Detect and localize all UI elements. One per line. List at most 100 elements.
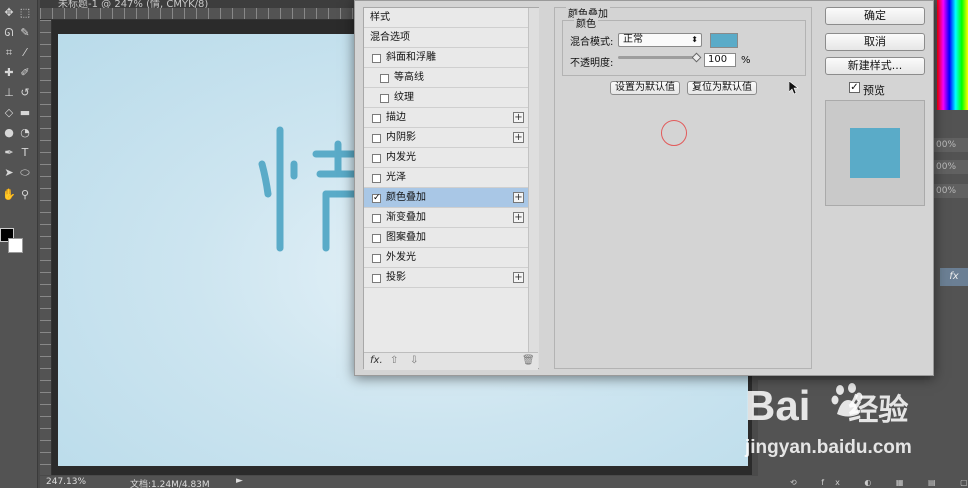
delete-effect-icon[interactable]: 🗑 bbox=[522, 355, 535, 366]
opacity-label: 不透明度: bbox=[570, 58, 614, 69]
document-size-info: 文档:1.24M/4.83M bbox=[130, 480, 210, 488]
reset-default-button[interactable]: 复位为默认值 bbox=[687, 81, 757, 95]
style-item[interactable]: 投影 + bbox=[364, 268, 528, 288]
style-item-label: 等高线 bbox=[394, 72, 424, 83]
opacity-unit: % bbox=[741, 55, 751, 66]
style-item-label: 渐变叠加 bbox=[386, 212, 426, 223]
style-item-checkbox[interactable] bbox=[372, 254, 381, 263]
pen-tool-icon[interactable]: ✒ bbox=[2, 146, 16, 160]
style-item[interactable]: 渐变叠加 + bbox=[364, 208, 528, 228]
blend-mode-select[interactable]: 正常 ⬍ bbox=[618, 33, 702, 47]
style-item[interactable]: 光泽 bbox=[364, 168, 528, 188]
style-item-checkbox[interactable] bbox=[372, 174, 381, 183]
style-item[interactable]: 样式 bbox=[364, 8, 528, 28]
eraser-icon[interactable]: ◇ bbox=[2, 106, 16, 120]
clone-stamp-icon[interactable]: ⊥ bbox=[2, 86, 16, 100]
style-item[interactable]: 等高线 bbox=[364, 68, 528, 88]
style-item-label: 混合选项 bbox=[370, 32, 410, 43]
dodge-tool-icon[interactable]: ◔ bbox=[18, 126, 32, 140]
style-item[interactable]: 斜面和浮雕 bbox=[364, 48, 528, 68]
add-effect-icon[interactable]: + bbox=[513, 192, 524, 203]
eyedropper-icon[interactable]: ⁄ bbox=[18, 46, 32, 60]
style-item-label: 内发光 bbox=[386, 152, 416, 163]
new-style-button[interactable]: 新建样式... bbox=[825, 57, 925, 75]
add-effect-icon[interactable]: + bbox=[513, 112, 524, 123]
style-item-checkbox[interactable] bbox=[372, 154, 381, 163]
opacity-input[interactable]: 100 bbox=[704, 53, 736, 67]
opacity-slider-thumb[interactable] bbox=[691, 52, 702, 63]
color-spectrum[interactable] bbox=[937, 0, 968, 110]
overlay-color-swatch[interactable] bbox=[710, 33, 738, 48]
type-tool-icon[interactable]: T bbox=[18, 146, 32, 160]
style-item-checkbox[interactable]: ✓ bbox=[372, 194, 381, 203]
color-group: 颜色 混合模式: 正常 ⬍ 不透明度: 100 % bbox=[562, 15, 806, 76]
style-item[interactable]: 混合选项 bbox=[364, 28, 528, 48]
preview-checkbox[interactable]: ✓ bbox=[849, 82, 860, 93]
style-item-checkbox[interactable] bbox=[372, 114, 381, 123]
document-tab[interactable]: 未标题-1 @ 247% (情, CMYK/8) bbox=[40, 0, 360, 8]
style-item[interactable]: 内阴影 + bbox=[364, 128, 528, 148]
style-item-checkbox[interactable] bbox=[372, 214, 381, 223]
vertical-ruler[interactable] bbox=[40, 20, 52, 475]
opacity-slider[interactable] bbox=[618, 52, 702, 63]
style-item-checkbox[interactable] bbox=[372, 274, 381, 283]
fx-menu-icon[interactable]: fx. bbox=[370, 355, 383, 366]
horizontal-ruler[interactable] bbox=[40, 8, 360, 20]
zoom-level[interactable]: 247.13% bbox=[46, 477, 86, 487]
style-item-label: 纹理 bbox=[394, 92, 414, 103]
canvas-glyph-artwork bbox=[258, 126, 368, 252]
opacity-slider-track[interactable] bbox=[618, 56, 700, 59]
style-item[interactable]: ✓ 颜色叠加 + bbox=[364, 188, 528, 208]
zoom-tool-icon[interactable]: ⚲ bbox=[18, 188, 32, 202]
mouse-pointer-icon bbox=[789, 81, 799, 95]
blend-mode-label: 混合模式: bbox=[570, 37, 614, 48]
shape-tool-icon[interactable]: ⬭ bbox=[18, 166, 32, 180]
style-item[interactable]: 内发光 bbox=[364, 148, 528, 168]
watermark-logo: Bai 经验 bbox=[745, 382, 908, 430]
quick-select-icon[interactable]: ✎ bbox=[18, 26, 32, 40]
style-item-checkbox[interactable] bbox=[372, 54, 381, 63]
styles-list-scrollbar[interactable] bbox=[528, 8, 539, 368]
watermark-url: jingyan.baidu.com bbox=[745, 437, 912, 458]
panel-misc-row[interactable]: 00% bbox=[934, 138, 968, 152]
document-tab-title: 未标题-1 @ 247% (情, CMYK/8) bbox=[58, 0, 209, 8]
layer-fx-icon[interactable]: fx bbox=[940, 268, 968, 286]
color-group-title: 颜色 bbox=[574, 15, 598, 30]
path-select-icon[interactable]: ➤ bbox=[2, 166, 16, 180]
click-indicator-ring bbox=[661, 120, 687, 146]
style-item[interactable]: 纹理 bbox=[364, 88, 528, 108]
style-item-checkbox[interactable] bbox=[372, 134, 381, 143]
panel-fill-row[interactable]: 00% bbox=[934, 184, 968, 198]
hand-tool-icon[interactable]: ✋ bbox=[2, 188, 16, 202]
lasso-tool-icon[interactable]: ᘏ bbox=[2, 26, 16, 40]
history-brush-icon[interactable]: ↺ bbox=[18, 86, 32, 100]
add-effect-icon[interactable]: + bbox=[513, 132, 524, 143]
brush-tool-icon[interactable]: ✐ bbox=[18, 66, 32, 80]
style-item[interactable]: 外发光 bbox=[364, 248, 528, 268]
marquee-tool-icon[interactable]: ⬚ bbox=[18, 6, 32, 20]
ok-button[interactable]: 确定 bbox=[825, 7, 925, 25]
move-tool-icon[interactable]: ✥ bbox=[2, 6, 16, 20]
add-effect-icon[interactable]: + bbox=[513, 212, 524, 223]
crop-tool-icon[interactable]: ⌗ bbox=[2, 46, 16, 60]
style-item-checkbox[interactable] bbox=[380, 94, 389, 103]
layers-panel-footer-icons[interactable]: ⟲ fx ◐ ▦ ▤ ▢ 🗑 bbox=[790, 478, 968, 488]
make-default-button[interactable]: 设置为默认值 bbox=[610, 81, 680, 95]
baidu-paw-icon bbox=[831, 383, 863, 417]
style-item[interactable]: 图案叠加 bbox=[364, 228, 528, 248]
gradient-tool-icon[interactable]: ▬ bbox=[18, 106, 32, 120]
style-item-checkbox[interactable] bbox=[372, 234, 381, 243]
blend-mode-value: 正常 bbox=[623, 34, 643, 45]
blur-tool-icon[interactable]: ● bbox=[2, 126, 16, 140]
style-item[interactable]: 描边 + bbox=[364, 108, 528, 128]
healing-brush-icon[interactable]: ✚ bbox=[2, 66, 16, 80]
add-effect-icon[interactable]: + bbox=[513, 272, 524, 283]
status-menu-arrow-icon[interactable]: ► bbox=[236, 476, 243, 486]
move-up-icon[interactable]: ⇧ bbox=[390, 355, 398, 366]
cancel-button[interactable]: 取消 bbox=[825, 33, 925, 51]
style-item-checkbox[interactable] bbox=[380, 74, 389, 83]
panel-opacity-row[interactable]: 00% bbox=[934, 160, 968, 174]
background-color-swatch[interactable] bbox=[8, 238, 23, 253]
move-down-icon[interactable]: ⇩ bbox=[410, 355, 418, 366]
style-item-label: 外发光 bbox=[386, 252, 416, 263]
